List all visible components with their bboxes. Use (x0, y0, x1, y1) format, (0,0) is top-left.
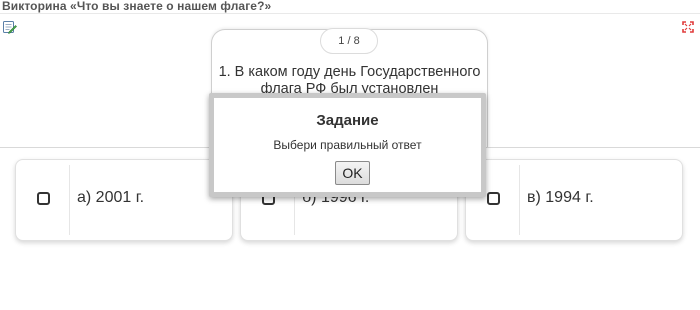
answer-option-a[interactable]: а) 2001 г. (15, 159, 233, 241)
answer-divider (519, 165, 520, 235)
answer-divider (69, 165, 70, 235)
answer-label: в) 1994 г. (527, 189, 594, 206)
dialog-message: Выбери правильный ответ (273, 138, 422, 152)
checkbox-icon[interactable] (37, 192, 50, 205)
dialog-title: Задание (316, 112, 379, 129)
answer-option-c[interactable]: в) 1994 г. (465, 159, 683, 241)
task-dialog: Задание Выбери правильный ответ OK (209, 93, 486, 197)
question-counter: 1 / 8 (320, 28, 378, 54)
ok-button[interactable]: OK (335, 161, 370, 185)
edit-note-icon[interactable] (3, 20, 17, 34)
quiz-title: Викторина «Что вы знаете о нашем флаге?» (2, 0, 272, 13)
title-divider (0, 13, 700, 14)
fullscreen-icon[interactable] (682, 20, 694, 33)
quiz-page: Викторина «Что вы знаете о нашем флаге?»… (0, 0, 700, 310)
answer-label: а) 2001 г. (77, 189, 145, 206)
checkbox-icon[interactable] (487, 192, 500, 205)
